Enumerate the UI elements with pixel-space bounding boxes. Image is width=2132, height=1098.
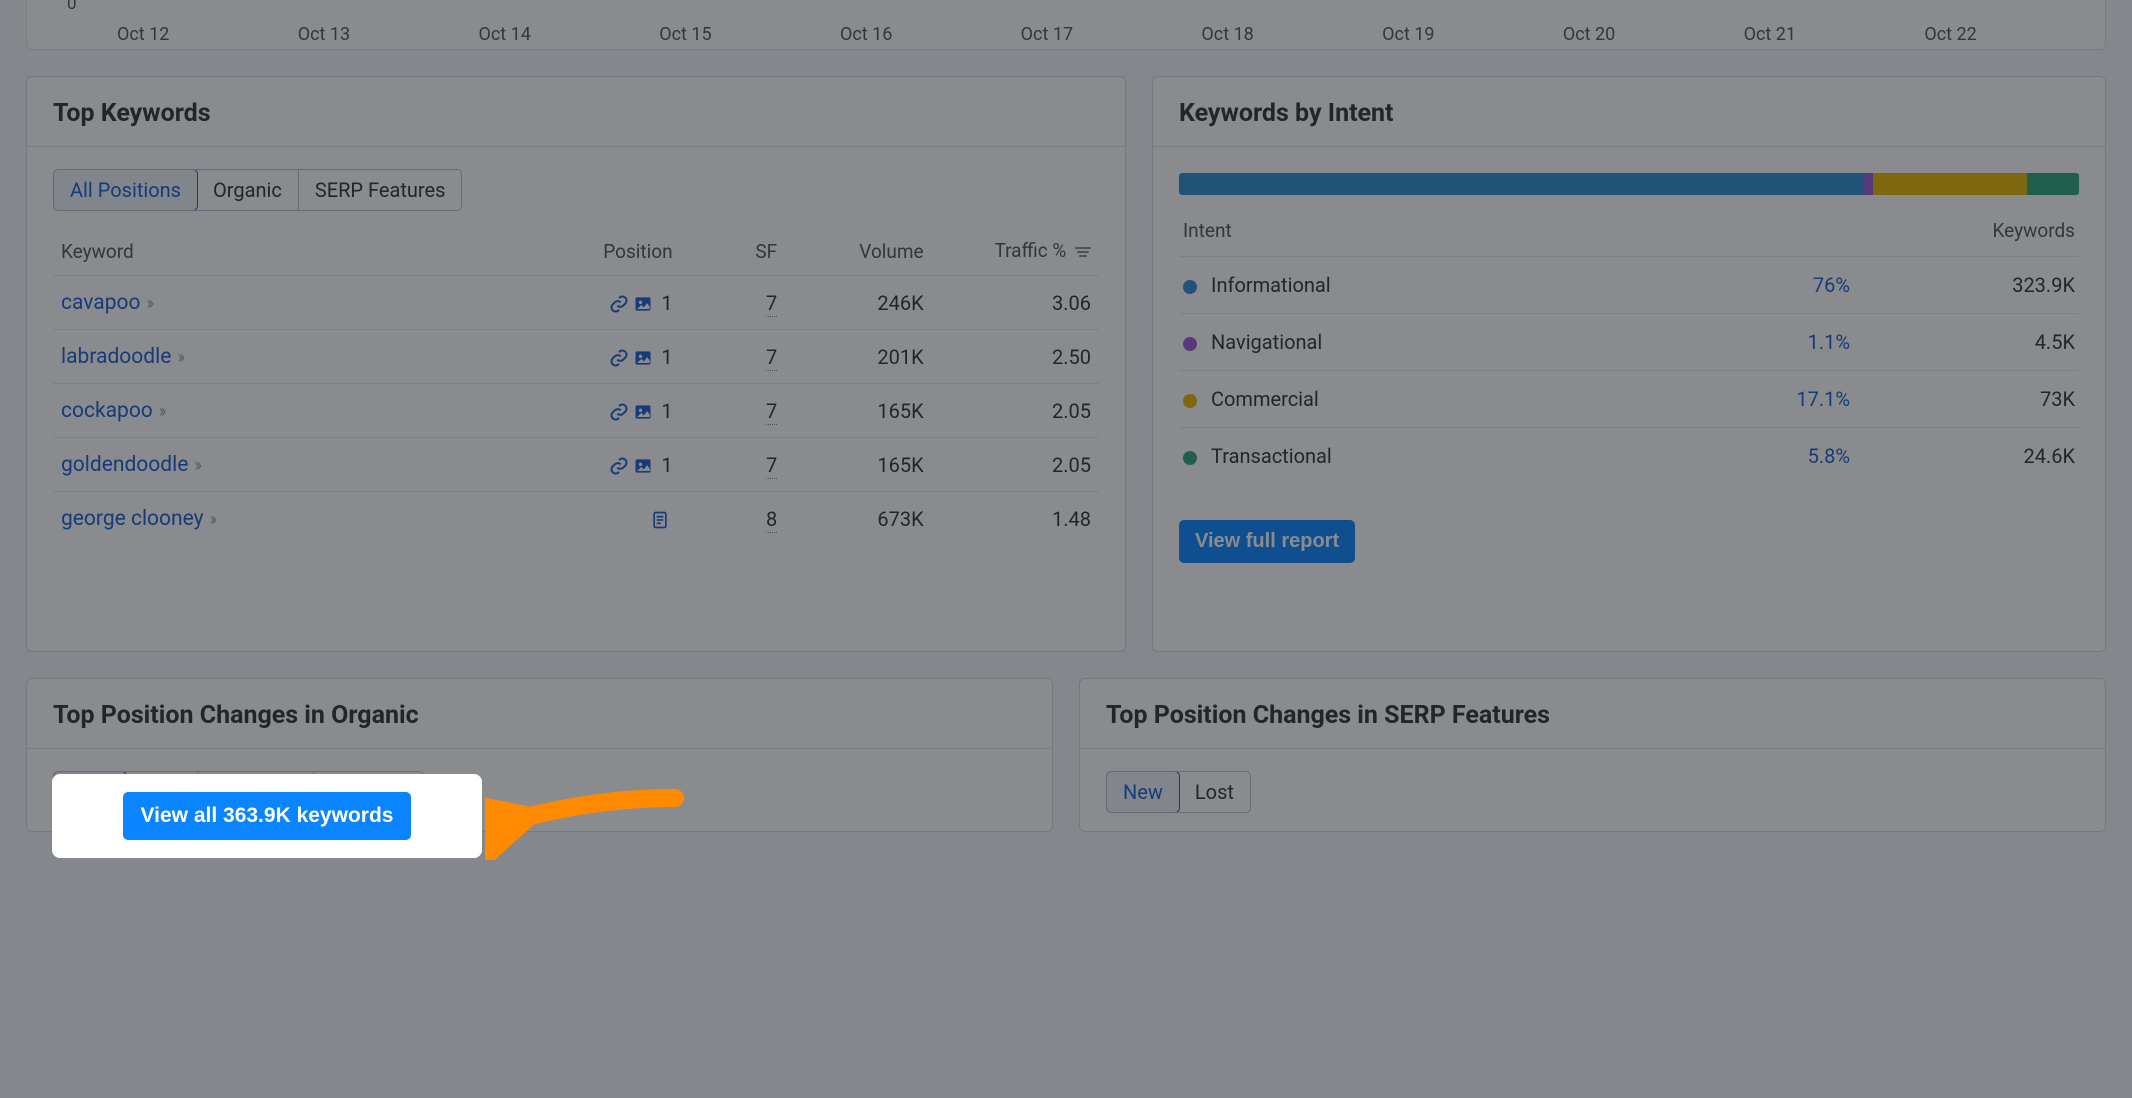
top-position-changes-serp-card: Top Position Changes in SERP Features Ne… (1079, 678, 2106, 832)
col-intent-keywords: Keywords (1854, 205, 2079, 257)
intent-label: Commercial (1211, 387, 1319, 411)
chevron-right-icon: ›› (146, 293, 151, 314)
chevron-right-icon: ›› (210, 509, 215, 530)
top-keywords-title: Top Keywords (27, 77, 1125, 146)
col-volume[interactable]: Volume (785, 227, 931, 276)
serp-tabs: New Lost (1106, 771, 1251, 813)
intent-percent-link[interactable]: 5.8% (1808, 444, 1850, 468)
view-all-keywords-button[interactable]: View all 363.9K keywords (123, 792, 412, 840)
sf-value[interactable]: 7 (766, 399, 777, 425)
intent-label: Navigational (1211, 330, 1322, 354)
view-full-report-button[interactable]: View full report (1179, 520, 1355, 563)
intent-color-dot (1183, 337, 1197, 351)
intent-bar-transactional[interactable] (2027, 173, 2079, 195)
intent-percent-link[interactable]: 17.1% (1796, 387, 1850, 411)
tab-serp-features[interactable]: SERP Features (298, 170, 462, 210)
position-value: 1 (656, 345, 672, 369)
intent-bar-commercial[interactable] (1873, 173, 2027, 195)
sf-value[interactable]: 8 (766, 507, 777, 533)
keyword-link[interactable]: cockapoo (61, 399, 153, 423)
position-value: 1 (656, 399, 672, 423)
keywords-by-intent-card: Keywords by Intent Intent Keywords (1152, 76, 2106, 652)
keyword-link[interactable]: goldendoodle (61, 453, 188, 477)
intent-percent-link[interactable]: 1.1% (1808, 330, 1850, 354)
intent-color-dot (1183, 280, 1197, 294)
tab-all-positions[interactable]: All Positions (53, 169, 198, 211)
intent-percent-link[interactable]: 76% (1813, 273, 1850, 297)
volume-value: 165K (785, 438, 931, 492)
chevron-right-icon: ›› (177, 347, 182, 368)
intent-label: Transactional (1211, 444, 1332, 468)
intent-keywords-value: 73K (1854, 371, 2079, 428)
sf-value[interactable]: 7 (766, 291, 777, 317)
keywords-by-intent-title: Keywords by Intent (1153, 77, 2105, 146)
position-value: 1 (656, 291, 672, 315)
col-intent: Intent (1179, 205, 1674, 257)
intent-keywords-value: 323.9K (1854, 257, 2079, 314)
table-row: Navigational 1.1%4.5K (1179, 314, 2079, 371)
traffic-value: 2.05 (932, 438, 1099, 492)
table-row: Informational 76%323.9K (1179, 257, 2079, 314)
top-position-changes-serp-title: Top Position Changes in SERP Features (1080, 679, 2105, 748)
intent-label: Informational (1211, 273, 1331, 297)
traffic-value: 3.06 (932, 276, 1099, 330)
top-keywords-table: Keyword Position SF Volume Traffic % (53, 227, 1099, 545)
tab-serp-lost[interactable]: Lost (1179, 772, 1250, 812)
table-row: george clooney ›› 8 673K1.48 (53, 492, 1099, 546)
keyword-link[interactable]: labradoodle (61, 345, 171, 369)
col-position[interactable]: Position (513, 227, 680, 276)
sf-value[interactable]: 7 (766, 345, 777, 371)
col-traffic[interactable]: Traffic % (932, 227, 1099, 276)
col-sf[interactable]: SF (681, 227, 786, 276)
top-keywords-card: Top Keywords All Positions Organic SERP … (26, 76, 1126, 652)
y-tick-0: 0 (67, 0, 77, 14)
traffic-value: 2.05 (932, 384, 1099, 438)
intent-keywords-value: 24.6K (1854, 428, 2079, 485)
x-axis-dates: Oct 12 Oct 13 Oct 14 Oct 15 Oct 16 Oct 1… (117, 24, 2105, 45)
intent-keywords-value: 4.5K (1854, 314, 2079, 371)
link-icon (608, 401, 630, 423)
sort-desc-icon (1075, 240, 1091, 263)
traffic-value: 2.50 (932, 330, 1099, 384)
image-icon (632, 401, 654, 423)
image-icon (632, 347, 654, 369)
image-icon (632, 293, 654, 315)
table-row: cavapoo ›› 1 7 246K3.06 (53, 276, 1099, 330)
timeline-chart-fragment: 0 Oct 12 Oct 13 Oct 14 Oct 15 Oct 16 Oct… (26, 0, 2106, 50)
sf-value[interactable]: 7 (766, 453, 777, 479)
traffic-value: 1.48 (932, 492, 1099, 546)
top-position-changes-organic-title: Top Position Changes in Organic (27, 679, 1052, 748)
top-keywords-tabs: All Positions Organic SERP Features (53, 169, 462, 211)
tab-organic[interactable]: Organic (197, 170, 298, 210)
link-icon (608, 455, 630, 477)
table-row: cockapoo ›› 1 7 165K2.05 (53, 384, 1099, 438)
keyword-link[interactable]: george clooney (61, 507, 204, 531)
table-row: labradoodle ›› 1 7 201K2.50 (53, 330, 1099, 384)
table-row: goldendoodle ›› 1 7 165K2.05 (53, 438, 1099, 492)
col-keyword[interactable]: Keyword (53, 227, 513, 276)
intent-color-dot (1183, 451, 1197, 465)
tab-serp-new[interactable]: New (1106, 771, 1180, 813)
volume-value: 673K (785, 492, 931, 546)
intent-bar-informational[interactable] (1179, 173, 1863, 195)
image-icon (632, 455, 654, 477)
intent-bar-navigational[interactable] (1863, 173, 1873, 195)
table-row: Commercial 17.1%73K (1179, 371, 2079, 428)
intent-table: Intent Keywords Informational76%323.9KNa… (1179, 205, 2079, 484)
doc-icon (649, 509, 671, 531)
volume-value: 165K (785, 384, 931, 438)
link-icon (608, 293, 630, 315)
intent-distribution-bar (1179, 173, 2079, 195)
table-row: Transactional 5.8%24.6K (1179, 428, 2079, 485)
intent-color-dot (1183, 394, 1197, 408)
volume-value: 246K (785, 276, 931, 330)
keyword-link[interactable]: cavapoo (61, 291, 140, 315)
chevron-right-icon: ›› (159, 401, 164, 422)
chevron-right-icon: ›› (194, 455, 199, 476)
volume-value: 201K (785, 330, 931, 384)
position-value: 1 (656, 453, 672, 477)
link-icon (608, 347, 630, 369)
